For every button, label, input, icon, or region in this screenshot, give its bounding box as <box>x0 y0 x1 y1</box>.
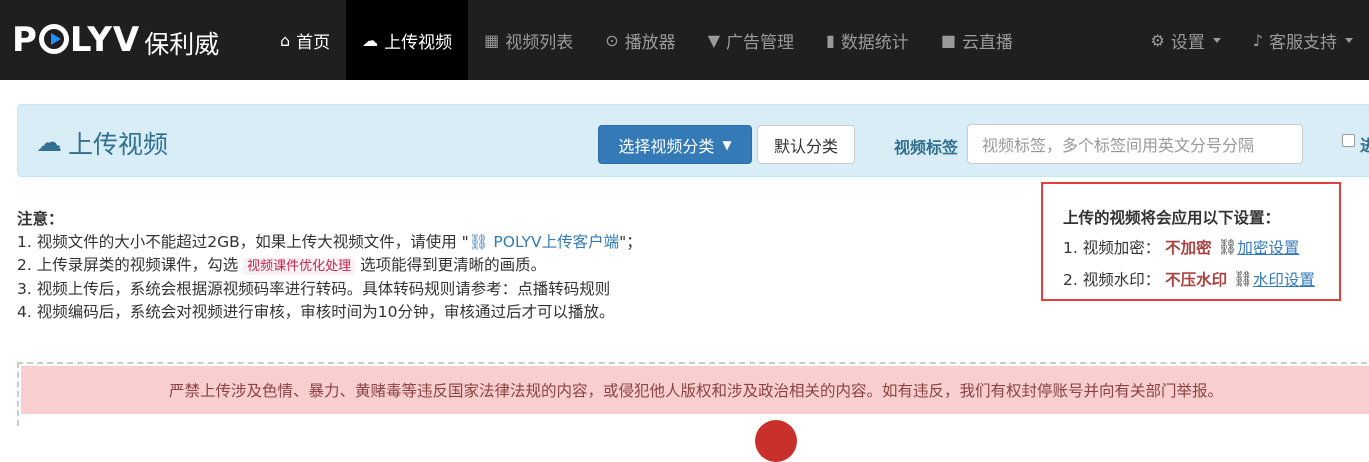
content-warning: 严禁上传涉及色情、暴力、黄赌毒等违反国家法律法规的内容，或侵犯他人版权和涉及政治… <box>21 366 1369 414</box>
tag-input[interactable]: 视频标签，多个标签间用英文分号分隔 <box>967 124 1303 164</box>
chevron-down-icon: ▼ <box>722 137 732 152</box>
link-icon: ⛓ <box>1233 270 1253 288</box>
link-icon: ⛓ <box>468 233 489 251</box>
nav-item-upload[interactable]: ☁ 上传视频 <box>346 0 469 80</box>
nav-right: ⚙ 设置 ♪ 客服支持 <box>1134 0 1369 80</box>
play-circle-icon: ⊙ <box>605 30 619 50</box>
cloud-upload-icon: ☁ <box>362 30 379 50</box>
tag-label: 视频标签 <box>894 138 959 157</box>
checkbox-label: 进 <box>1360 136 1369 155</box>
upload-notes: 注意： 1. 视频文件的大小不能超过2GB，如果上传大视频文件，请使用 "⛓ P… <box>17 208 642 324</box>
encrypt-settings-link[interactable]: 加密设置 <box>1237 236 1299 258</box>
note-line-4: 4. 视频编码后，系统会对视频进行审核，审核时间为10分钟，审核通过后才可以播放… <box>17 303 615 321</box>
film-icon: ▦ <box>484 30 500 50</box>
option-checkbox[interactable] <box>1342 134 1355 147</box>
upload-drop-zone[interactable]: 严禁上传涉及色情、暴力、黄赌毒等违反国家法律法规的内容，或侵犯他人版权和涉及政治… <box>17 362 1369 426</box>
select-category-button[interactable]: 选择视频分类 ▼ <box>598 125 752 164</box>
main-nav: ⌂ 首页 ☁ 上传视频 ▦ 视频列表 ⊙ 播放器 ▼ 广告管理 ▮ 数据统计 ■… <box>264 0 1029 80</box>
video-camera-icon: ■ <box>940 30 956 50</box>
upload-panel: ☁ 上传视频 选择视频分类 ▼ 默认分类 视频标签 视频标签，多个标签间用英文分… <box>17 104 1369 177</box>
option-code-label: 视频课件优化处理 <box>243 258 356 275</box>
cloud-upload-icon: ☁ <box>36 128 62 158</box>
nav-item-live[interactable]: ■ 云直播 <box>925 0 1029 80</box>
caret-down-icon <box>1212 37 1221 43</box>
filter-icon: ▼ <box>707 30 720 50</box>
watermark-setting-row: 2. 视频水印： 不压水印 ⛓ 水印设置 <box>1063 268 1315 290</box>
nav-item-player[interactable]: ⊙ 播放器 <box>589 0 691 80</box>
bar-chart-icon: ▮ <box>826 30 835 50</box>
upload-circle-button[interactable] <box>755 420 797 462</box>
default-category-button[interactable]: 默认分类 <box>757 125 855 164</box>
nav-item-home[interactable]: ⌂ 首页 <box>264 0 346 80</box>
link-icon: ⛓ <box>1217 238 1238 256</box>
note-line-1: 1. 视频文件的大小不能超过2GB，如果上传大视频文件，请使用 "⛓ POLYV… <box>17 233 642 251</box>
note-line-3: 3. 视频上传后，系统会根据源视频码率进行转码。具体转码规则请参考：点播转码规则 <box>17 280 611 298</box>
bell-icon: ♪ <box>1252 30 1263 50</box>
encrypt-setting-row: 1. 视频加密： 不加密 ⛓ 加密设置 <box>1063 236 1300 258</box>
encrypt-status: 不加密 <box>1165 239 1212 257</box>
watermark-settings-link[interactable]: 水印设置 <box>1253 268 1315 290</box>
caret-down-icon <box>1345 37 1353 43</box>
client-download-link[interactable]: ⛓ POLYV上传客户端 <box>469 233 619 251</box>
note-line-2: 2. 上传录屏类的视频课件，勾选 视频课件优化处理 选项能得到更清晰的画质。 <box>17 256 547 275</box>
polyv-logo[interactable]: P LYV 保利威 <box>12 20 219 60</box>
home-icon: ⌂ <box>280 30 291 50</box>
top-navbar: P LYV 保利威 ⌂ 首页 ☁ 上传视频 ▦ 视频列表 ⊙ 播放器 ▼ 广告管理… <box>0 0 1369 80</box>
page-title: ☁ 上传视频 <box>36 128 169 159</box>
logo-play-icon <box>38 23 69 54</box>
notes-title: 注意： <box>17 210 64 228</box>
settings-dropdown[interactable]: ⚙ 设置 <box>1134 0 1236 80</box>
logo-chinese-name: 保利威 <box>144 30 220 59</box>
watermark-status: 不压水印 <box>1165 271 1228 289</box>
nav-item-ads[interactable]: ▼ 广告管理 <box>692 0 810 80</box>
nav-item-stats[interactable]: ▮ 数据统计 <box>810 0 925 80</box>
gear-icon: ⚙ <box>1150 30 1165 50</box>
settings-heading: 上传的视频将会应用以下设置： <box>1063 209 1281 227</box>
support-dropdown[interactable]: ♪ 客服支持 <box>1237 0 1369 80</box>
nav-item-video-list[interactable]: ▦ 视频列表 <box>468 0 589 80</box>
upload-settings-box: 上传的视频将会应用以下设置： 1. 视频加密： 不加密 ⛓ 加密设置 2. 视频… <box>1041 182 1341 301</box>
